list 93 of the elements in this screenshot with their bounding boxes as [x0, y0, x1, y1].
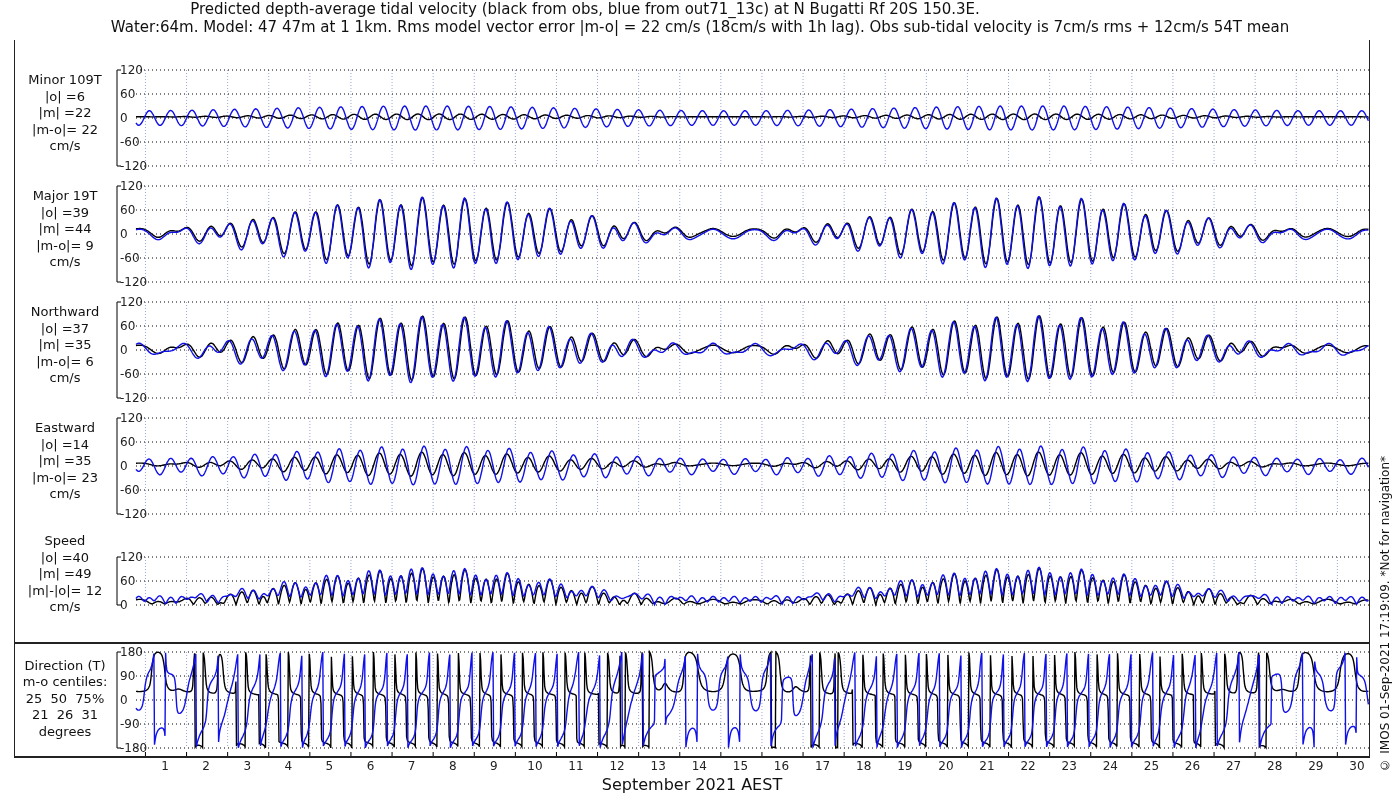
panel-label: 21 26 31: [31, 707, 99, 724]
tick-label: 29: [1308, 758, 1324, 773]
tick-label: 23: [1061, 758, 1077, 773]
panel-label: |m| =44: [38, 221, 92, 238]
tick-label: 9: [490, 758, 498, 773]
tick-label: 7: [407, 758, 416, 773]
tick-label: 12: [609, 758, 625, 773]
panel-label: 25 50 75%: [25, 690, 105, 707]
panel-label: |m| =22: [38, 105, 92, 122]
tick-label: 30: [1349, 758, 1365, 773]
tick-label: 27: [1225, 758, 1242, 773]
tick-label: 60: [120, 434, 136, 449]
tick-label: 120: [120, 294, 143, 309]
tick-label: 14: [691, 758, 707, 773]
tick-label: 11: [568, 758, 584, 773]
tick-label: 22: [1020, 758, 1036, 773]
tick-label: -60: [120, 250, 140, 265]
tick-label: 8: [448, 758, 457, 773]
tick-label: 16: [773, 758, 790, 773]
tick-label: -90: [120, 716, 140, 730]
panel-label: Speed: [44, 533, 86, 550]
tick-label: 120: [120, 410, 143, 425]
tick-label: 0: [120, 692, 128, 706]
tick-label: 25: [1143, 758, 1160, 773]
tick-label: 0: [120, 110, 128, 125]
tick-label: 6: [366, 758, 375, 773]
panel-label: cm/s: [49, 486, 81, 503]
tick-label: 120: [120, 62, 143, 77]
tick-label: 0: [120, 342, 128, 357]
tick-label: 1: [161, 758, 169, 773]
tick-label: 10: [527, 758, 543, 773]
tick-label: -60: [120, 366, 140, 381]
tick-label: -60: [120, 134, 140, 149]
panel-label: Major 19T: [32, 188, 98, 205]
tick-label: 60: [120, 86, 136, 101]
tick-label: 120: [120, 178, 143, 193]
tick-label: 0: [120, 226, 128, 241]
chart-title: Water:64m. Model: 47 47m at 1 1km. Rms model vector error |m-o| = 22 cm/s (18cm/s with 1h lag). Obs sub-tidal velocity is 7cm/s rms + 12cm/s 54T mean: [110, 18, 1290, 36]
panel-label: degrees: [38, 723, 92, 740]
tick-label: 90: [120, 668, 136, 682]
tick-label: -180: [120, 740, 148, 754]
chart-title: Predicted depth-average tidal velocity (black from obs, blue from out71_13c) at N Bugatti Rf 20S 150.3E.: [190, 0, 981, 18]
tick-label: 15: [732, 758, 749, 773]
axis-title: September 2021 AEST: [601, 775, 783, 794]
tick-label: 60: [120, 573, 136, 588]
tick-label: 26: [1184, 758, 1201, 773]
tick-label: 0: [120, 458, 128, 473]
tick-label: 13: [650, 758, 666, 773]
tick-label: 19: [897, 758, 913, 773]
tick-label: 180: [120, 644, 143, 658]
panel-label: m-o centiles:: [22, 674, 108, 691]
axis-bracket: [116, 556, 122, 606]
panel-label: |m-o|= 22: [32, 121, 98, 138]
panel-label: |o| =6: [45, 88, 85, 105]
panel-label: |m| =35: [38, 337, 92, 354]
panel-label: Eastward: [35, 420, 95, 437]
panel-label: |o| =14: [40, 436, 90, 453]
panel-label: |m|-|o|= 12: [27, 582, 103, 599]
tick-label: 60: [120, 202, 136, 217]
tick-label: -120: [120, 506, 148, 521]
panel-label: |o| =39: [40, 204, 90, 221]
panel-label: cm/s: [49, 370, 81, 387]
panel-label: |o| =37: [40, 320, 90, 337]
tick-label: 18: [856, 758, 872, 773]
tick-label: 3: [243, 758, 251, 773]
panel-label: |m-o|= 9: [36, 237, 94, 254]
tick-label: 60: [120, 318, 136, 333]
tick-label: 28: [1267, 758, 1283, 773]
panel-label: Minor 109T: [28, 72, 102, 89]
tick-label: 2: [202, 758, 210, 773]
panel-label: cm/s: [49, 138, 81, 155]
tick-label: 21: [979, 758, 995, 773]
tick-label: 17: [814, 758, 831, 773]
panel-label: Direction (T): [24, 657, 106, 674]
tick-label: 24: [1102, 758, 1118, 773]
panel-label: cm/s: [49, 599, 81, 616]
tick-label: 4: [284, 758, 293, 773]
copyright-note: © IMOS 01-Sep-2021 17:19:09. *Not for navigation*: [1378, 456, 1392, 772]
tick-label: -120: [120, 274, 148, 289]
panel-label: |o| =40: [40, 549, 90, 566]
panel-label: |m-o|= 6: [36, 353, 94, 370]
tick-label: 0: [120, 597, 128, 612]
tick-label: -120: [120, 158, 148, 173]
panel-label: cm/s: [49, 254, 81, 271]
tick-label: -60: [120, 482, 140, 497]
tick-label: 120: [120, 549, 143, 564]
panel-label: |m-o|= 23: [32, 469, 98, 486]
tick-label: 5: [325, 758, 334, 773]
panel-label: Northward: [30, 304, 100, 321]
panel-label: |m| =49: [38, 566, 92, 583]
tick-label: 20: [938, 758, 954, 773]
tick-label: -120: [120, 390, 148, 405]
panel-label: |m| =35: [38, 453, 92, 470]
